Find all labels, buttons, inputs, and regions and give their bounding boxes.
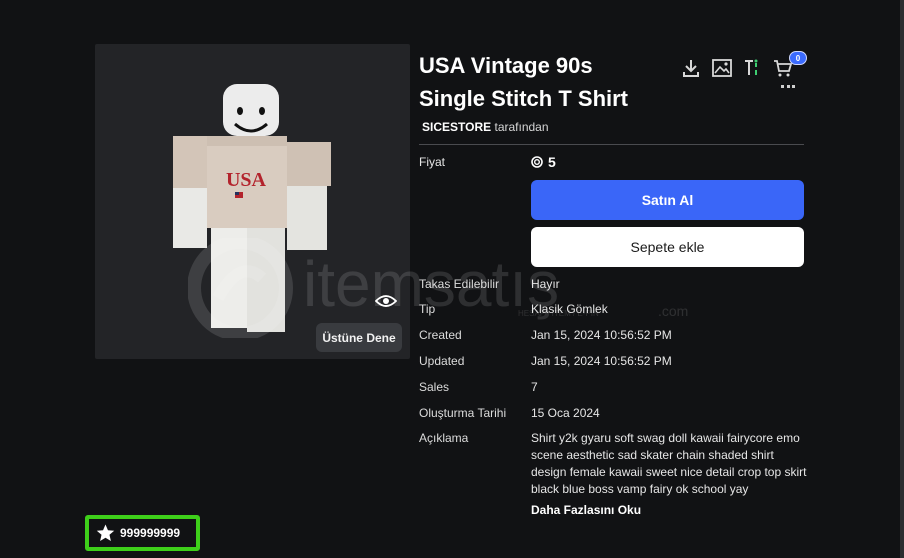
- detail-label: Tip: [419, 302, 436, 316]
- detail-value: Klasik Gömlek: [531, 302, 608, 316]
- detail-label: Sales: [419, 380, 450, 394]
- item-title-line2: Single Stitch T Shirt: [419, 86, 629, 111]
- detail-value: 15 Oca 2024: [531, 406, 600, 420]
- detail-value: Jan 15, 2024 10:56:52 PM: [531, 354, 672, 368]
- read-more-link[interactable]: Daha Fazlasını Oku: [531, 503, 641, 517]
- detail-value: Hayır: [531, 277, 560, 291]
- buy-button[interactable]: Satın Al: [531, 180, 804, 220]
- detail-label: Oluşturma Tarihi: [419, 406, 507, 420]
- more-icon[interactable]: [781, 85, 795, 91]
- price-amount: 5: [548, 154, 556, 170]
- detail-value: Jan 15, 2024 10:56:52 PM: [531, 328, 672, 342]
- avatar-preview: USA: [173, 84, 331, 332]
- detail-label: Updated: [419, 354, 465, 368]
- download-icon: [683, 60, 699, 77]
- creator-link[interactable]: SICESTORE: [422, 120, 491, 134]
- eye-icon: [375, 295, 397, 307]
- detail-label: Açıklama: [419, 431, 469, 445]
- item-title-line1: USA Vintage 90s: [419, 53, 593, 78]
- robux-icon: [531, 156, 543, 168]
- description-text: Shirt y2k gyaru soft swag doll kawaii fa…: [531, 431, 807, 496]
- image-icon: [712, 59, 732, 77]
- outfit-button[interactable]: [742, 57, 764, 79]
- detail-label: Created: [419, 328, 462, 342]
- detail-label: Takas Edilebilir: [419, 277, 500, 291]
- star-icon: [96, 524, 115, 542]
- window-edge: [900, 0, 904, 558]
- item-thumbnail: USA Üstüne Dene: [95, 44, 410, 359]
- view-3d-button[interactable]: [373, 290, 399, 312]
- outfit-icon: [745, 59, 758, 75]
- detail-value: 7: [531, 380, 538, 394]
- download-button[interactable]: [680, 57, 702, 79]
- price-value: 5: [531, 154, 556, 170]
- favorites-badge: 999999999: [85, 515, 200, 551]
- item-title: USA Vintage 90s Single Stitch T Shirt: [419, 49, 679, 115]
- creator-line: SICESTORE tarafından: [422, 120, 549, 134]
- creator-suffix: tarafından: [494, 120, 549, 134]
- add-to-cart-button[interactable]: Sepete ekle: [531, 227, 804, 267]
- cart-count-badge: 0: [789, 51, 807, 65]
- shirt-print-text: USA: [226, 169, 267, 191]
- divider: [419, 144, 804, 145]
- favorites-count: 999999999: [120, 526, 181, 540]
- price-label: Fiyat: [419, 155, 446, 169]
- try-on-button[interactable]: Üstüne Dene: [316, 323, 402, 352]
- image-button[interactable]: [711, 57, 733, 79]
